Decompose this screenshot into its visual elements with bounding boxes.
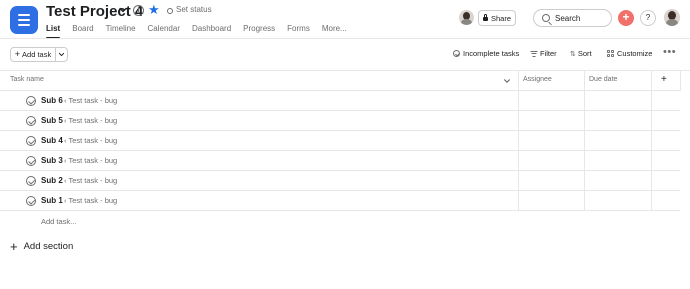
share-button[interactable]: Share bbox=[478, 10, 516, 26]
task-name[interactable]: Sub 3 bbox=[41, 156, 63, 165]
star-icon[interactable]: ★ bbox=[148, 2, 160, 17]
share-label: Share bbox=[490, 13, 511, 23]
task-name[interactable]: Sub 4 bbox=[41, 136, 63, 145]
tab-progress[interactable]: Progress bbox=[243, 24, 275, 39]
check-circle-icon[interactable] bbox=[26, 176, 36, 186]
user-avatar[interactable] bbox=[664, 9, 680, 26]
task-name[interactable]: Sub 2 bbox=[41, 176, 63, 185]
tab-dashboard[interactable]: Dashboard bbox=[192, 24, 231, 39]
view-tabs: List Board Timeline Calendar Dashboard P… bbox=[46, 24, 359, 39]
help-icon[interactable]: ? bbox=[640, 10, 656, 26]
add-task-dropdown[interactable] bbox=[56, 48, 67, 61]
add-section-button[interactable]: + Add section bbox=[10, 238, 74, 254]
header-divider bbox=[0, 38, 690, 39]
search-icon bbox=[542, 14, 550, 22]
plus-icon: + bbox=[14, 49, 21, 59]
task-name[interactable]: Sub 1 bbox=[41, 196, 63, 205]
column-task-name[interactable]: Task name bbox=[10, 76, 44, 83]
sort-icon: ⇅ bbox=[570, 50, 576, 58]
check-circle-icon[interactable] bbox=[26, 96, 36, 106]
parent-task-link[interactable]: ‹ Test task - bug bbox=[64, 156, 117, 165]
customize-button[interactable]: Customize bbox=[607, 49, 652, 58]
chevron-down-icon[interactable] bbox=[118, 5, 128, 15]
sort-label: Sort bbox=[577, 49, 592, 58]
parent-task-link[interactable]: ‹ Test task - bug bbox=[64, 176, 117, 185]
check-circle-icon[interactable] bbox=[26, 136, 36, 146]
incomplete-tasks-button[interactable]: Incomplete tasks bbox=[453, 49, 519, 58]
chevron-down-icon[interactable] bbox=[503, 77, 511, 85]
member-avatar[interactable] bbox=[459, 10, 474, 25]
table-row[interactable]: Sub 4 ‹ Test task - bug bbox=[0, 131, 518, 151]
add-task-link[interactable]: Add task... bbox=[41, 217, 76, 226]
table-row[interactable]: Sub 2 ‹ Test task - bug bbox=[0, 171, 518, 191]
project-title[interactable]: Test Project 4 bbox=[46, 3, 143, 20]
column-assignee[interactable]: Assignee bbox=[523, 76, 552, 83]
parent-task-link[interactable]: ‹ Test task - bug bbox=[64, 136, 117, 145]
search-placeholder: Search bbox=[555, 13, 581, 23]
tab-timeline[interactable]: Timeline bbox=[106, 24, 136, 39]
parent-task-link[interactable]: ‹ Test task - bug bbox=[64, 116, 117, 125]
chevron-down-icon bbox=[58, 52, 65, 57]
table-header: Task name Assignee Due date + bbox=[0, 71, 680, 90]
table-row[interactable]: Sub 5 ‹ Test task - bug bbox=[0, 111, 518, 131]
more-icon[interactable]: ••• bbox=[663, 46, 676, 58]
info-icon[interactable]: i bbox=[133, 5, 144, 16]
status-circle-icon[interactable] bbox=[167, 8, 173, 14]
quick-add-button[interactable]: + bbox=[618, 10, 634, 26]
set-status-button[interactable]: Set status bbox=[176, 5, 212, 14]
project-menu-icon[interactable] bbox=[10, 6, 38, 34]
add-task-label: Add task bbox=[22, 50, 52, 59]
task-name[interactable]: Sub 5 bbox=[41, 116, 63, 125]
tab-forms[interactable]: Forms bbox=[287, 24, 310, 39]
customize-label: Customize bbox=[617, 49, 653, 58]
search-input[interactable]: Search bbox=[533, 9, 612, 27]
check-circle-icon bbox=[453, 50, 460, 57]
column-due-date[interactable]: Due date bbox=[589, 76, 617, 83]
check-circle-icon[interactable] bbox=[26, 156, 36, 166]
incomplete-tasks-label: Incomplete tasks bbox=[463, 49, 520, 58]
tab-list[interactable]: List bbox=[46, 24, 61, 39]
add-task-button[interactable]: + Add task bbox=[10, 47, 68, 62]
filter-icon bbox=[530, 50, 537, 57]
add-task-main[interactable]: + Add task bbox=[11, 48, 56, 61]
customize-icon bbox=[607, 50, 614, 57]
task-name[interactable]: Sub 6 bbox=[41, 96, 63, 105]
parent-task-link[interactable]: ‹ Test task - bug bbox=[64, 96, 117, 105]
check-circle-icon[interactable] bbox=[26, 196, 36, 206]
tab-calendar[interactable]: Calendar bbox=[148, 24, 180, 39]
add-column-button[interactable]: + bbox=[661, 74, 667, 85]
add-section-label: Add section bbox=[23, 241, 74, 252]
table-row[interactable]: Sub 3 ‹ Test task - bug bbox=[0, 151, 518, 171]
sort-button[interactable]: ⇅ Sort bbox=[570, 49, 592, 58]
lock-icon bbox=[482, 14, 488, 21]
plus-icon: + bbox=[10, 238, 18, 254]
tab-more[interactable]: More... bbox=[322, 24, 347, 39]
filter-button[interactable]: Filter bbox=[530, 49, 557, 58]
filter-label: Filter bbox=[540, 49, 557, 58]
table-row[interactable]: Sub 6 ‹ Test task - bug bbox=[0, 91, 518, 111]
parent-task-link[interactable]: ‹ Test task - bug bbox=[64, 196, 117, 205]
check-circle-icon[interactable] bbox=[26, 116, 36, 126]
table-row[interactable]: Sub 1 ‹ Test task - bug bbox=[0, 191, 518, 211]
tab-board[interactable]: Board bbox=[72, 24, 93, 39]
